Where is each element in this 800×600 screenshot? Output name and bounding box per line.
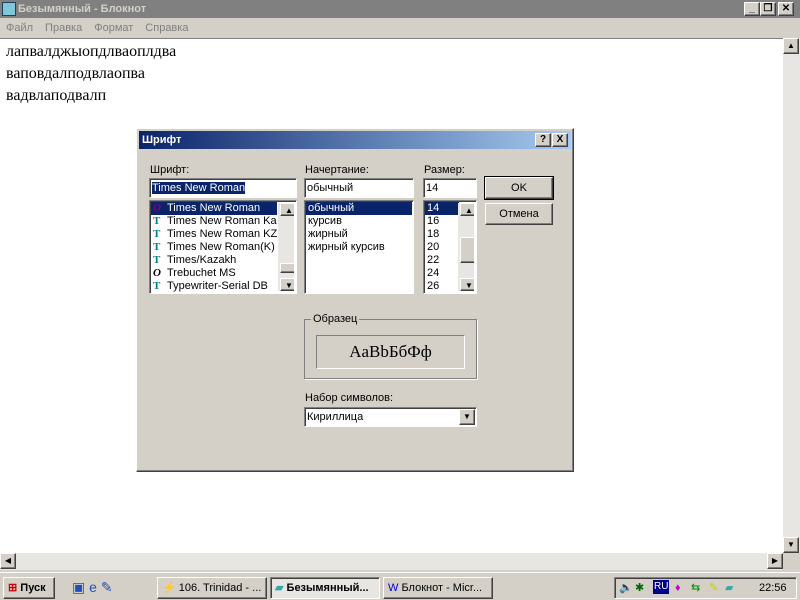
minimize-button[interactable]: _ <box>744 2 760 16</box>
task-word[interactable]: W Блокнот - Micr... <box>383 577 493 599</box>
scroll-up-button[interactable]: ▲ <box>280 203 294 216</box>
font-item[interactable]: T Times/Kazakh <box>151 254 277 267</box>
scroll-down-button[interactable]: ▼ <box>460 278 474 291</box>
menu-edit[interactable]: Правка <box>45 22 82 34</box>
size-item[interactable]: 16 <box>425 215 459 228</box>
horizontal-scrollbar[interactable]: ◀ ▶ <box>0 553 783 570</box>
style-item[interactable]: жирный курсив <box>306 241 412 254</box>
charset-label: Набор символов: <box>305 392 394 404</box>
size-input[interactable]: 14 <box>423 178 477 198</box>
style-input[interactable]: обычный <box>304 178 414 198</box>
size-list-scrollbar[interactable]: ▲ ▼ <box>458 203 474 291</box>
text-line: лапвалджыопдлваоплдва <box>6 43 177 60</box>
windows-logo-icon: ⊞ <box>8 582 18 594</box>
charset-select[interactable]: Кириллица ▼ <box>304 407 477 427</box>
dialog-close-button[interactable]: X <box>552 133 568 147</box>
close-button[interactable]: ✕ <box>778 2 794 16</box>
menu-bar: Файл Правка Формат Справка <box>0 18 800 38</box>
size-list[interactable]: 14 16 18 20 22 24 26 ▲ ▼ <box>423 200 477 294</box>
style-item[interactable]: курсив <box>306 215 412 228</box>
scroll-up-button[interactable]: ▲ <box>460 203 474 216</box>
vertical-scrollbar[interactable]: ▲ ▼ <box>783 38 800 553</box>
sample-preview: AaBbБбФф <box>316 335 465 369</box>
chevron-down-icon[interactable]: ▼ <box>459 409 475 425</box>
menu-file[interactable]: Файл <box>6 22 33 34</box>
window-title: Безымянный - Блокнот <box>18 3 147 15</box>
font-list[interactable]: O Times New Roman T Times New Roman Ka T Ti… <box>149 200 297 294</box>
sample-label: Образец <box>311 313 360 325</box>
network-icon[interactable]: ⇆ <box>691 578 700 598</box>
scroll-up-button[interactable]: ▲ <box>783 38 799 54</box>
charset-value: Кириллица <box>307 411 364 423</box>
font-item[interactable]: T Times New Roman KZ <box>151 228 277 241</box>
font-dialog: Шрифт ? X Шрифт: Times New Roman O Times … <box>136 128 574 472</box>
scroll-down-button[interactable]: ▼ <box>280 278 294 291</box>
font-item[interactable]: T Typewriter-Serial DB <box>151 280 277 293</box>
tray-icon[interactable]: ♦ <box>675 578 681 598</box>
size-item[interactable]: 22 <box>425 254 459 267</box>
size-item[interactable]: 24 <box>425 267 459 280</box>
font-item[interactable]: T Times New Roman(K) <box>151 241 277 254</box>
clock[interactable]: 22:56 <box>759 578 787 598</box>
menu-format[interactable]: Формат <box>94 22 133 34</box>
size-label: Размер: <box>424 164 465 176</box>
menu-help[interactable]: Справка <box>145 22 188 34</box>
taskbar: ⊞ Пуск ▣ e ✎ ⚡ 106. Trinidad - ... ▰ Без… <box>0 572 800 600</box>
font-item[interactable]: T Times New Roman Ka <box>151 215 277 228</box>
text-line: вадвлаподвалп <box>6 87 107 104</box>
style-item[interactable]: обычный <box>306 202 412 215</box>
scroll-down-button[interactable]: ▼ <box>783 537 799 553</box>
window-titlebar: Безымянный - Блокнот <box>0 0 800 18</box>
language-indicator[interactable]: RU <box>653 580 670 594</box>
ok-button[interactable]: OK <box>484 176 554 200</box>
tray-icon[interactable]: ✎ <box>709 578 718 598</box>
volume-icon[interactable]: 🔈 <box>619 578 633 598</box>
size-item[interactable]: 18 <box>425 228 459 241</box>
desktop-icon[interactable]: ▣ <box>72 579 85 595</box>
font-item[interactable]: O Trebuchet MS <box>151 267 277 280</box>
size-item[interactable]: 20 <box>425 241 459 254</box>
style-label: Начертание: <box>305 164 369 176</box>
notepad-icon <box>2 2 16 16</box>
tray-icon[interactable]: ▰ <box>725 578 733 598</box>
dialog-help-button[interactable]: ? <box>535 133 551 147</box>
cancel-button[interactable]: Отмена <box>485 203 553 225</box>
scroll-right-button[interactable]: ▶ <box>767 553 783 569</box>
style-list[interactable]: обычный курсив жирный жирный курсив <box>304 200 414 294</box>
scroll-thumb[interactable] <box>460 237 474 263</box>
size-item[interactable]: 26 <box>425 280 459 293</box>
font-input-value: Times New Roman <box>152 182 246 194</box>
text-line: ваповдалподвлаопва <box>6 65 145 82</box>
notepad-icon: ▰ <box>275 582 284 594</box>
size-item[interactable]: 14 <box>425 202 459 215</box>
sample-group: Образец AaBbБбФф <box>304 313 477 379</box>
start-button[interactable]: ⊞ Пуск <box>3 577 55 599</box>
font-input[interactable]: Times New Roman <box>149 178 297 198</box>
task-notepad[interactable]: ▰ Безымянный... <box>270 577 380 599</box>
font-list-scrollbar[interactable]: ▲ ▼ <box>278 203 294 291</box>
system-tray: 🔈 ✱ RU ♦ ⇆ ✎ ▰ 22:56 <box>614 577 797 599</box>
maximize-button[interactable]: ❐ <box>760 2 776 16</box>
quick-launch: ▣ e ✎ <box>72 579 113 596</box>
font-item[interactable]: O Times New Roman <box>151 202 277 215</box>
word-icon: W <box>388 582 399 594</box>
ie-icon[interactable]: e <box>89 579 97 595</box>
dialog-titlebar: Шрифт <box>139 131 571 149</box>
style-item[interactable]: жирный <box>306 228 412 241</box>
outlook-icon[interactable]: ✎ <box>101 579 113 595</box>
scroll-thumb[interactable] <box>280 263 294 273</box>
scroll-left-button[interactable]: ◀ <box>0 553 16 569</box>
font-label: Шрифт: <box>150 164 190 176</box>
antivirus-icon[interactable]: ✱ <box>635 578 644 598</box>
dialog-title: Шрифт <box>142 134 182 146</box>
winamp-icon: ⚡ <box>162 582 176 594</box>
task-trinidad[interactable]: ⚡ 106. Trinidad - ... <box>157 577 267 599</box>
